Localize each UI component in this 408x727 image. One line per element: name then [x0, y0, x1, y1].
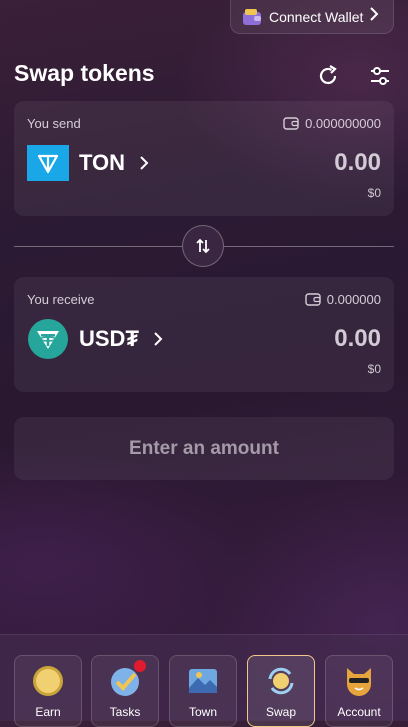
page-title: Swap tokens — [14, 60, 155, 86]
send-token-name: TON — [79, 150, 126, 175]
coin-icon — [33, 666, 63, 696]
swap-direction-button[interactable] — [182, 225, 224, 267]
nav-item-earn[interactable]: Earn — [14, 655, 82, 727]
send-usd-value: $0 — [367, 186, 381, 200]
nav-label-town: Town — [188, 705, 217, 719]
send-token-selector[interactable]: TON — [27, 145, 149, 181]
swap-icon — [268, 667, 294, 695]
nav-label-earn: Earn — [35, 705, 61, 719]
connect-wallet-button[interactable]: Connect Wallet — [230, 0, 394, 34]
receive-balance-value: 0.000000 — [326, 292, 381, 307]
nav-item-swap[interactable]: Swap — [247, 655, 315, 727]
chevron-right-icon — [370, 7, 379, 21]
receive-amount-input[interactable]: 0.00 — [334, 325, 381, 353]
refresh-icon[interactable] — [316, 64, 340, 88]
swap-arrows-icon — [196, 238, 210, 254]
send-balance-value: 0.000000000 — [305, 116, 381, 131]
town-icon — [189, 669, 217, 693]
send-card: You send 0.000000000 TON 0.00 $0 — [14, 101, 394, 216]
nav-item-town[interactable]: Town — [169, 655, 237, 727]
receive-card: You receive 0.000000 USD₮ 0.00 $0 — [14, 277, 394, 392]
receive-usd-value: $0 — [367, 362, 381, 376]
wallet-balance-icon — [305, 293, 321, 306]
receive-balance: 0.000000 — [305, 292, 381, 307]
send-balance: 0.000000000 — [283, 116, 381, 131]
receive-token-name: USD₮ — [79, 326, 139, 351]
cat-avatar-icon — [347, 668, 371, 696]
nav-item-account[interactable]: Account — [325, 655, 393, 727]
nav-label-swap: Swap — [265, 705, 297, 719]
receive-token-selector[interactable]: USD₮ — [27, 319, 163, 359]
notification-badge — [134, 660, 146, 672]
chevron-right-icon — [154, 332, 163, 346]
send-label: You send — [27, 116, 81, 131]
ton-logo-icon — [27, 145, 69, 181]
wallet-icon — [243, 9, 261, 25]
connect-wallet-label: Connect Wallet — [269, 9, 364, 25]
send-amount-input[interactable]: 0.00 — [334, 149, 381, 177]
bottom-nav: Earn Tasks Town Swap Account — [0, 634, 408, 727]
nav-item-tasks[interactable]: Tasks — [91, 655, 159, 727]
settings-sliders-icon[interactable] — [368, 64, 392, 88]
receive-label: You receive — [27, 292, 95, 307]
enter-amount-button[interactable]: Enter an amount — [14, 417, 394, 480]
nav-label-account: Account — [337, 705, 381, 719]
chevron-right-icon — [140, 156, 149, 170]
wallet-balance-icon — [283, 117, 299, 130]
nav-label-tasks: Tasks — [109, 705, 141, 719]
usdt-logo-icon — [27, 319, 69, 359]
